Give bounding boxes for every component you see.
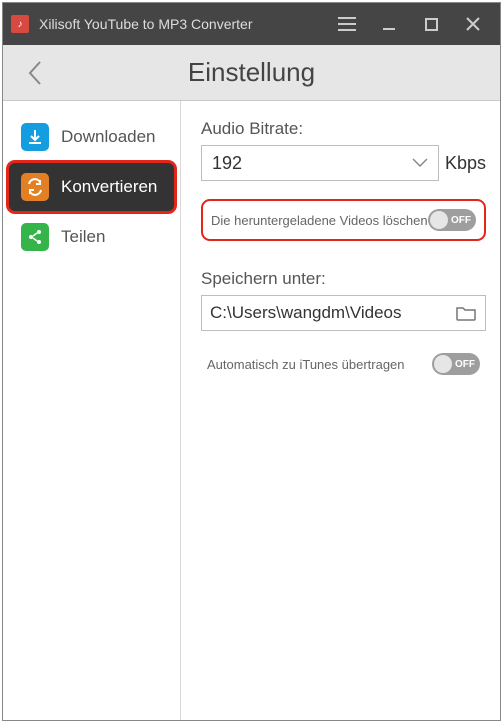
back-button[interactable] [17,55,53,91]
delete-videos-toggle[interactable]: OFF [428,209,476,231]
body: Downloaden Konvertieren Teilen Audio Bit… [3,101,500,720]
sidebar-item-convert[interactable]: Konvertieren [9,163,174,211]
bitrate-select[interactable]: 192 [201,145,439,181]
convert-icon [21,173,49,201]
itunes-toggle[interactable]: OFF [432,353,480,375]
save-path-row [201,295,486,331]
delete-videos-row: Die heruntergeladene Videos löschen OFF [205,203,482,237]
hamburger-icon [338,17,356,31]
bitrate-value: 192 [212,153,242,174]
minimize-button[interactable] [368,3,410,45]
bitrate-unit: Kbps [445,153,486,174]
sidebar-item-share[interactable]: Teilen [9,213,174,261]
close-icon [466,17,480,31]
itunes-label: Automatisch zu iTunes übertragen [207,357,405,372]
download-icon [21,123,49,151]
maximize-icon [425,18,438,31]
chevron-down-icon [412,158,428,168]
save-path-label: Speichern unter: [201,269,486,289]
app-title: Xilisoft YouTube to MP3 Converter [39,16,253,32]
delete-videos-row-highlight: Die heruntergeladene Videos löschen OFF [201,199,486,241]
toggle-state: OFF [455,359,475,370]
share-icon [21,223,49,251]
title-bar: ♪ Xilisoft YouTube to MP3 Converter [3,3,500,45]
app-window: ♪ Xilisoft YouTube to MP3 Converter Eins… [2,2,501,721]
app-icon: ♪ [11,15,29,33]
sidebar-item-label: Teilen [61,227,105,247]
bitrate-label: Audio Bitrate: [201,119,486,139]
page-header: Einstellung [3,45,500,101]
sidebar-item-label: Downloaden [61,127,156,147]
settings-panel: Audio Bitrate: 192 Kbps Die heruntergela… [181,101,500,720]
chevron-left-icon [27,60,43,86]
toggle-knob [434,355,452,373]
toggle-state: OFF [451,215,471,226]
save-path-input[interactable] [202,296,447,330]
maximize-button[interactable] [410,3,452,45]
menu-button[interactable] [326,3,368,45]
close-button[interactable] [452,3,494,45]
sidebar-item-label: Konvertieren [61,177,157,197]
delete-videos-label: Die heruntergeladene Videos löschen [211,213,428,228]
itunes-row: Automatisch zu iTunes übertragen OFF [201,347,486,381]
sidebar: Downloaden Konvertieren Teilen [3,101,181,720]
page-title: Einstellung [3,57,500,88]
browse-button[interactable] [447,296,485,330]
folder-icon [456,305,476,321]
sidebar-item-download[interactable]: Downloaden [9,113,174,161]
toggle-knob [430,211,448,229]
minimize-icon [382,17,396,31]
